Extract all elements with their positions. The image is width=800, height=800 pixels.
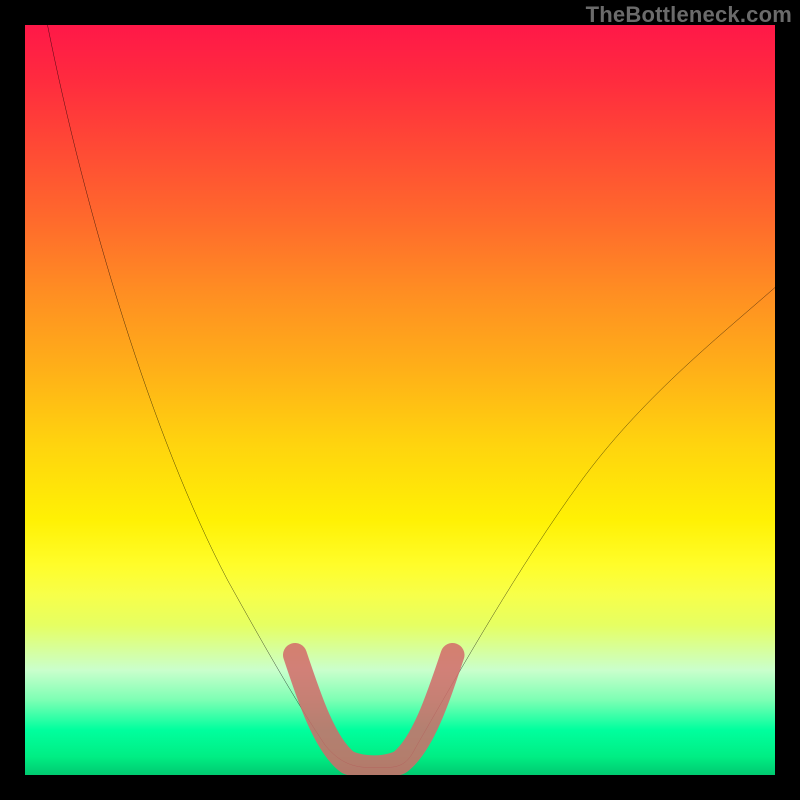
watermark-label: TheBottleneck.com [586, 2, 792, 28]
curve-canvas [25, 25, 775, 775]
left-curve [48, 25, 326, 745]
chart-stage: TheBottleneck.com [0, 0, 800, 800]
plot-area [25, 25, 775, 775]
valley-highlight [295, 655, 453, 767]
right-curve [415, 288, 775, 749]
